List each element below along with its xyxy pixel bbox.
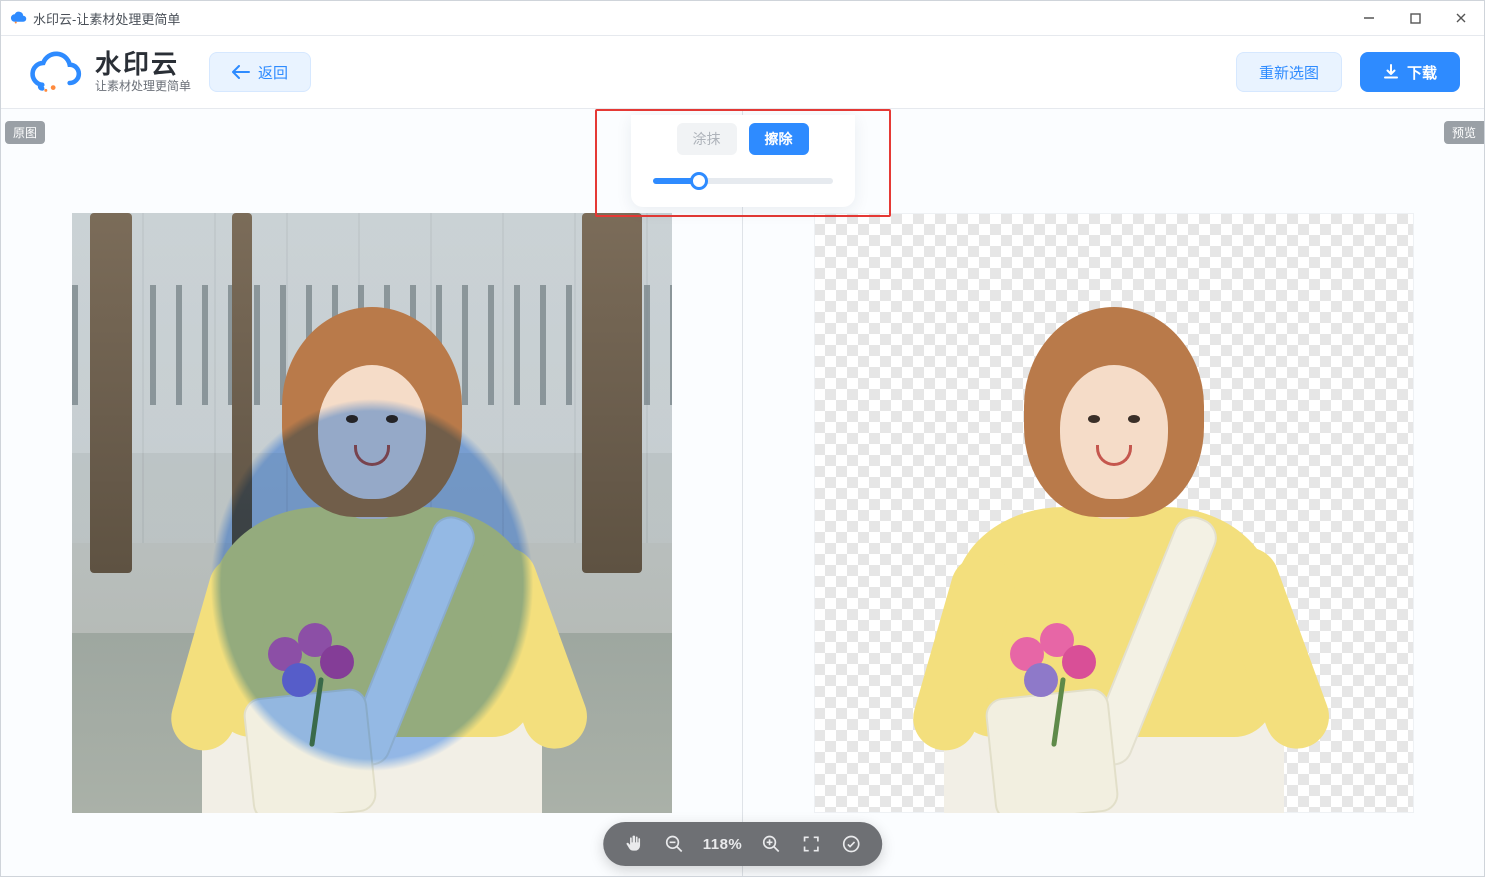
erase-mode-label: 擦除 bbox=[765, 129, 793, 149]
zoom-out-button[interactable] bbox=[663, 833, 685, 855]
window-close-button[interactable] bbox=[1438, 1, 1484, 35]
confirm-button[interactable] bbox=[840, 833, 862, 855]
original-pane[interactable] bbox=[1, 109, 742, 876]
brush-size-slider[interactable] bbox=[653, 173, 833, 189]
original-image[interactable] bbox=[72, 213, 672, 813]
back-button-label: 返回 bbox=[258, 62, 288, 83]
selection-mask-overlay bbox=[72, 213, 672, 813]
app-icon bbox=[9, 9, 27, 27]
fit-screen-button[interactable] bbox=[800, 833, 822, 855]
window-titlebar: 水印云-让素材处理更简单 bbox=[1, 1, 1484, 36]
zoom-in-button[interactable] bbox=[760, 833, 782, 855]
result-pane[interactable] bbox=[743, 109, 1484, 876]
window-maximize-button[interactable] bbox=[1392, 1, 1438, 35]
arrow-left-icon bbox=[232, 65, 250, 79]
original-badge: 原图 bbox=[5, 121, 45, 144]
zoom-level-label: 118% bbox=[703, 836, 743, 853]
canvas-toolbar: 118% bbox=[603, 822, 883, 866]
erase-mode-button[interactable]: 擦除 bbox=[749, 123, 809, 155]
result-image[interactable] bbox=[814, 213, 1414, 813]
download-button[interactable]: 下载 bbox=[1360, 52, 1460, 92]
brush-tool-panel: 涂抹 擦除 bbox=[631, 115, 855, 207]
window-title: 水印云-让素材处理更简单 bbox=[33, 9, 180, 28]
brush-mode-segment: 涂抹 擦除 bbox=[677, 123, 809, 155]
workspace: 原图 预览 bbox=[1, 109, 1484, 876]
download-icon bbox=[1383, 64, 1399, 80]
smear-mode-button[interactable]: 涂抹 bbox=[677, 123, 737, 155]
brand-tagline: 让素材处理更简单 bbox=[95, 80, 191, 94]
brand-logo: 水印云 让素材处理更简单 bbox=[25, 50, 191, 94]
download-button-label: 下载 bbox=[1407, 62, 1437, 83]
smear-mode-label: 涂抹 bbox=[693, 129, 721, 149]
reselect-image-button[interactable]: 重新选图 bbox=[1236, 52, 1342, 92]
reselect-button-label: 重新选图 bbox=[1259, 62, 1319, 83]
slider-thumb[interactable] bbox=[690, 172, 708, 190]
preview-badge: 预览 bbox=[1444, 121, 1484, 144]
brand-name: 水印云 bbox=[95, 50, 191, 80]
back-button[interactable]: 返回 bbox=[209, 52, 311, 92]
window-minimize-button[interactable] bbox=[1346, 1, 1392, 35]
cloud-logo-icon bbox=[25, 50, 85, 94]
app-header: 水印云 让素材处理更简单 返回 重新选图 下载 bbox=[1, 36, 1484, 109]
cutout-subject bbox=[894, 293, 1334, 813]
brush-tool-panel-annotation: 涂抹 擦除 bbox=[595, 109, 891, 217]
split-view bbox=[1, 109, 1484, 876]
pan-tool-button[interactable] bbox=[623, 833, 645, 855]
